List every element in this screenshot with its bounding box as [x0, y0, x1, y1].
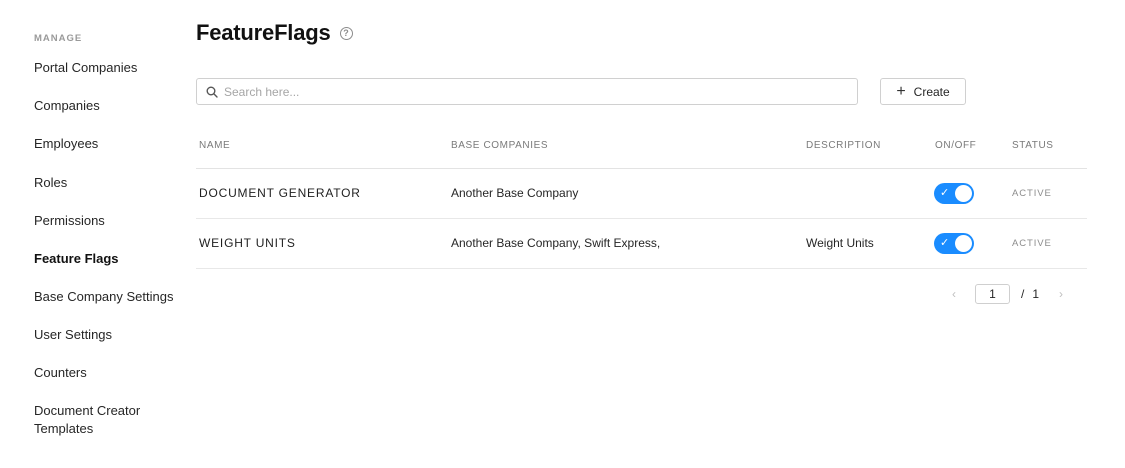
search-input[interactable] [224, 84, 824, 99]
column-header-description[interactable]: DESCRIPTION [806, 140, 881, 151]
chevron-right-icon[interactable]: › [1059, 287, 1063, 301]
page-header: FeatureFlags ? [196, 20, 353, 46]
on-off-toggle[interactable]: ✓ [934, 183, 974, 204]
sidebar-item-document-creator-templates[interactable]: Document Creator Templates [34, 402, 154, 438]
column-header-base-companies[interactable]: BASE COMPANIES [451, 140, 548, 151]
on-off-toggle[interactable]: ✓ [934, 233, 974, 254]
search-icon [206, 86, 218, 98]
sidebar-item-feature-flags[interactable]: Feature Flags [34, 250, 184, 268]
sidebar-item-counters[interactable]: Counters [34, 364, 184, 382]
check-icon: ✓ [940, 187, 950, 199]
row-name: DOCUMENT GENERATOR [199, 186, 361, 200]
chevron-left-icon[interactable]: ‹ [952, 287, 956, 301]
column-header-on-off[interactable]: ON/OFF [935, 140, 976, 151]
table-row[interactable]: DOCUMENT GENERATOR Another Base Company … [196, 169, 1087, 219]
sidebar: MANAGE Portal Companies Companies Employ… [0, 0, 185, 468]
toggle-knob [955, 235, 972, 252]
row-name: WEIGHT UNITS [199, 236, 296, 250]
sidebar-item-permissions[interactable]: Permissions [34, 212, 184, 230]
sidebar-item-base-company-settings[interactable]: Base Company Settings [34, 288, 184, 306]
sidebar-section-label: MANAGE [34, 33, 83, 44]
status-badge: ACTIVE [1012, 238, 1052, 249]
toggle-knob [955, 185, 972, 202]
search-box[interactable] [196, 78, 858, 105]
check-icon: ✓ [940, 237, 950, 249]
sidebar-item-companies[interactable]: Companies [34, 97, 184, 115]
page-title: FeatureFlags [196, 20, 331, 45]
row-base-companies: Another Base Company [451, 186, 579, 200]
create-button-label: Create [913, 84, 950, 99]
sidebar-item-user-settings[interactable]: User Settings [34, 326, 184, 344]
table-row[interactable]: WEIGHT UNITS Another Base Company, Swift… [196, 219, 1087, 269]
table-header: NAME BASE COMPANIES DESCRIPTION ON/OFF S… [196, 126, 1087, 169]
pagination: ‹ 1 / 1 › [952, 284, 1063, 304]
question-circle-icon[interactable]: ? [339, 26, 353, 40]
create-button[interactable]: + Create [880, 78, 966, 105]
plus-icon: + [896, 82, 906, 100]
total-pages: 1 [1032, 287, 1040, 301]
feature-flags-table: NAME BASE COMPANIES DESCRIPTION ON/OFF S… [196, 126, 1087, 269]
page-separator: / [1021, 287, 1025, 301]
sidebar-item-employees[interactable]: Employees [34, 135, 184, 153]
row-description: Weight Units [806, 236, 874, 250]
column-header-name[interactable]: NAME [199, 140, 230, 151]
row-base-companies: Another Base Company, Swift Express, [451, 236, 661, 250]
page-number-input[interactable]: 1 [975, 284, 1010, 304]
sidebar-item-portal-companies[interactable]: Portal Companies [34, 59, 184, 77]
status-badge: ACTIVE [1012, 188, 1052, 199]
sidebar-item-roles[interactable]: Roles [34, 174, 184, 192]
column-header-status[interactable]: STATUS [1012, 140, 1054, 151]
